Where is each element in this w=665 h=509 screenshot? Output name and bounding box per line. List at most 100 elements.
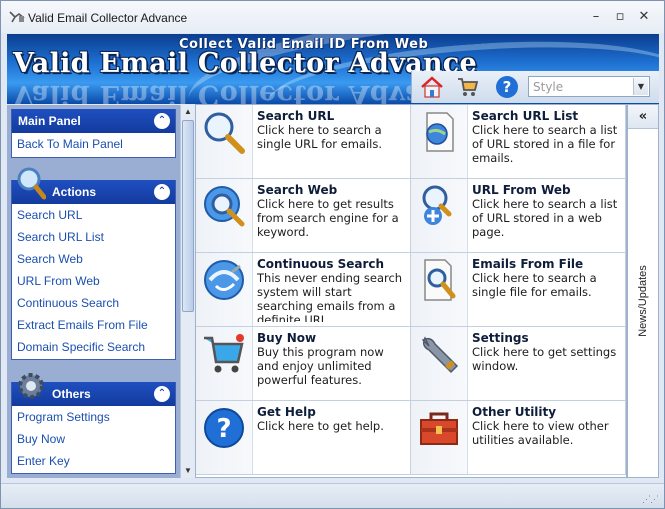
- sidebar-item-buy-now[interactable]: Buy Now: [12, 428, 175, 450]
- banner-title-reflection: Valid Email Collector Advance: [13, 79, 478, 104]
- magnifier-icon: [204, 112, 245, 154]
- window-title: Valid Email Collector Advance: [28, 11, 188, 25]
- tile-url-from-web[interactable]: URL From Web Click here to search a list…: [411, 179, 626, 253]
- main-panel-title: Main Panel: [18, 114, 81, 128]
- resize-grip-icon[interactable]: ⋰⋰: [642, 494, 659, 505]
- collapse-chevron-icon[interactable]: «: [628, 105, 658, 129]
- actions-panel-header[interactable]: Actions ⌃: [12, 167, 175, 204]
- tile-description: Buy this program now and enjoy unlimited…: [257, 345, 384, 387]
- sidebar-item-enter-key[interactable]: Enter Key: [12, 450, 175, 472]
- tile-title: Settings: [472, 331, 529, 345]
- sidebar-item-extract-emails-from-file[interactable]: Extract Emails From File: [12, 314, 175, 336]
- tile-title: Other Utility: [472, 405, 557, 419]
- others-panel-header[interactable]: Others ⌃: [12, 373, 175, 406]
- sidebar-item-url-from-web[interactable]: URL From Web: [12, 270, 175, 292]
- sidebar-item-domain-specific-search[interactable]: Domain Specific Search: [12, 336, 175, 358]
- tile-icon-box: [196, 327, 253, 400]
- tile-search-url[interactable]: Search URL Click here to search a single…: [196, 105, 411, 179]
- help-icon[interactable]: ?: [495, 75, 519, 99]
- url-list-icon: [426, 112, 454, 152]
- toolbar: ? Style ▼: [411, 71, 659, 103]
- svg-text:?: ?: [503, 78, 512, 96]
- help-icon: ?: [204, 408, 244, 448]
- tile-description: Click here to search a list of URL store…: [472, 197, 618, 239]
- sidebar-item-search-url[interactable]: Search URL: [12, 204, 175, 226]
- status-bar: ⋰⋰: [1, 483, 664, 508]
- scroll-thumb[interactable]: [182, 120, 194, 312]
- magnifier-icon: [17, 167, 46, 200]
- sidebar-item-program-settings[interactable]: Program Settings: [12, 406, 175, 428]
- tile-title: Emails From File: [472, 257, 584, 271]
- home-icon[interactable]: [420, 75, 444, 99]
- minimize-button[interactable]: –: [588, 9, 604, 25]
- tile-description: Click here to search a list of URL store…: [472, 123, 618, 165]
- tile-continuous-search[interactable]: Continuous Search This never ending sear…: [196, 253, 411, 327]
- sidebar-scrollbar[interactable]: ▲ ▼: [180, 105, 195, 478]
- maximize-button[interactable]: ▫: [612, 9, 628, 25]
- others-panel: Others ⌃ Program Settings Buy Now Enter …: [11, 373, 176, 474]
- scroll-up-icon[interactable]: ▲: [181, 105, 195, 119]
- svg-text:?: ?: [216, 414, 231, 444]
- collapse-icon[interactable]: ⌃: [154, 184, 170, 200]
- tile-title: Get Help: [257, 405, 316, 419]
- tile-icon-box: [196, 179, 253, 252]
- tile-icon-box: [196, 105, 253, 178]
- toolbox-icon: [420, 412, 458, 445]
- tile-title: Continuous Search: [257, 257, 385, 271]
- search-web-icon: [204, 186, 245, 227]
- news-updates-panel: « News/Updates: [627, 104, 659, 478]
- continuous-search-icon: [204, 260, 244, 300]
- tile-other-utility[interactable]: Other Utility Click here to view other u…: [411, 401, 626, 475]
- tile-icon-box: [411, 179, 468, 252]
- collapse-icon[interactable]: ⌃: [154, 113, 170, 129]
- tile-description: Click here to search a single URL for em…: [257, 123, 383, 151]
- tile-icon-box: [196, 253, 253, 326]
- tile-description: Click here to get help.: [257, 419, 384, 433]
- action-grid: Search URL Click here to search a single…: [195, 104, 627, 478]
- collapse-icon[interactable]: ⌃: [154, 386, 170, 402]
- sidebar-item-search-web[interactable]: Search Web: [12, 248, 175, 270]
- app-window: Valid Email Collector Advance – ▫ ✕ Coll…: [0, 0, 665, 509]
- tile-description: Click here to get settings window.: [472, 345, 617, 373]
- tile-settings[interactable]: Settings Click here to get settings wind…: [411, 327, 626, 401]
- chevron-down-icon[interactable]: ▼: [633, 78, 648, 95]
- tile-title: Search URL: [257, 109, 335, 123]
- cart-icon[interactable]: [456, 75, 480, 99]
- close-button[interactable]: ✕: [636, 9, 652, 25]
- url-from-web-icon: [422, 185, 452, 225]
- style-select-value: Style: [533, 80, 564, 94]
- tile-description: Click here to view other utilities avail…: [472, 419, 609, 447]
- tile-emails-from-file[interactable]: Emails From File Click here to search a …: [411, 253, 626, 327]
- tile-icon-box: [411, 253, 468, 326]
- scroll-down-icon[interactable]: ▼: [181, 464, 195, 478]
- tile-icon-box: ?: [196, 401, 253, 474]
- actions-panel-title: Actions: [52, 185, 97, 199]
- tile-buy-now[interactable]: Buy Now Buy this program now and enjoy u…: [196, 327, 411, 401]
- app-icon: [9, 11, 25, 23]
- main-panel-header[interactable]: Main Panel ⌃: [12, 109, 175, 133]
- tile-description: Click here to get results from search en…: [257, 197, 399, 239]
- style-select[interactable]: Style ▼: [528, 76, 650, 97]
- tile-title: Search URL List: [472, 109, 579, 123]
- tile-icon-box: [411, 401, 468, 474]
- sidebar-item-back-to-main-panel[interactable]: Back To Main Panel: [12, 133, 175, 155]
- tile-description: Click here to search a single file for e…: [472, 271, 597, 299]
- main-panel: Main Panel ⌃ Back To Main Panel: [11, 109, 176, 158]
- tile-search-url-list[interactable]: Search URL List Click here to search a l…: [411, 105, 626, 179]
- tile-search-web[interactable]: Search Web Click here to get results fro…: [196, 179, 411, 253]
- wrench-icon: [421, 336, 459, 374]
- news-updates-tab[interactable]: News/Updates: [637, 256, 649, 346]
- banner-title: Valid Email Collector Advance: [13, 48, 478, 79]
- tile-description: This never ending search system will sta…: [257, 271, 403, 322]
- tile-icon-box: [411, 105, 468, 178]
- tile-icon-box: [411, 327, 468, 400]
- tile-title: Buy Now: [257, 331, 317, 345]
- sidebar-item-continuous-search[interactable]: Continuous Search: [12, 292, 175, 314]
- title-bar: Valid Email Collector Advance – ▫ ✕: [1, 1, 664, 33]
- tile-title: Search Web: [257, 183, 338, 197]
- tile-get-help[interactable]: ? Get Help Click here to get help.: [196, 401, 411, 475]
- others-panel-title: Others: [52, 387, 91, 401]
- sidebar-item-search-url-list[interactable]: Search URL List: [12, 226, 175, 248]
- sidebar: Main Panel ⌃ Back To Main Panel Actions …: [7, 105, 195, 478]
- gear-icon: [18, 373, 44, 399]
